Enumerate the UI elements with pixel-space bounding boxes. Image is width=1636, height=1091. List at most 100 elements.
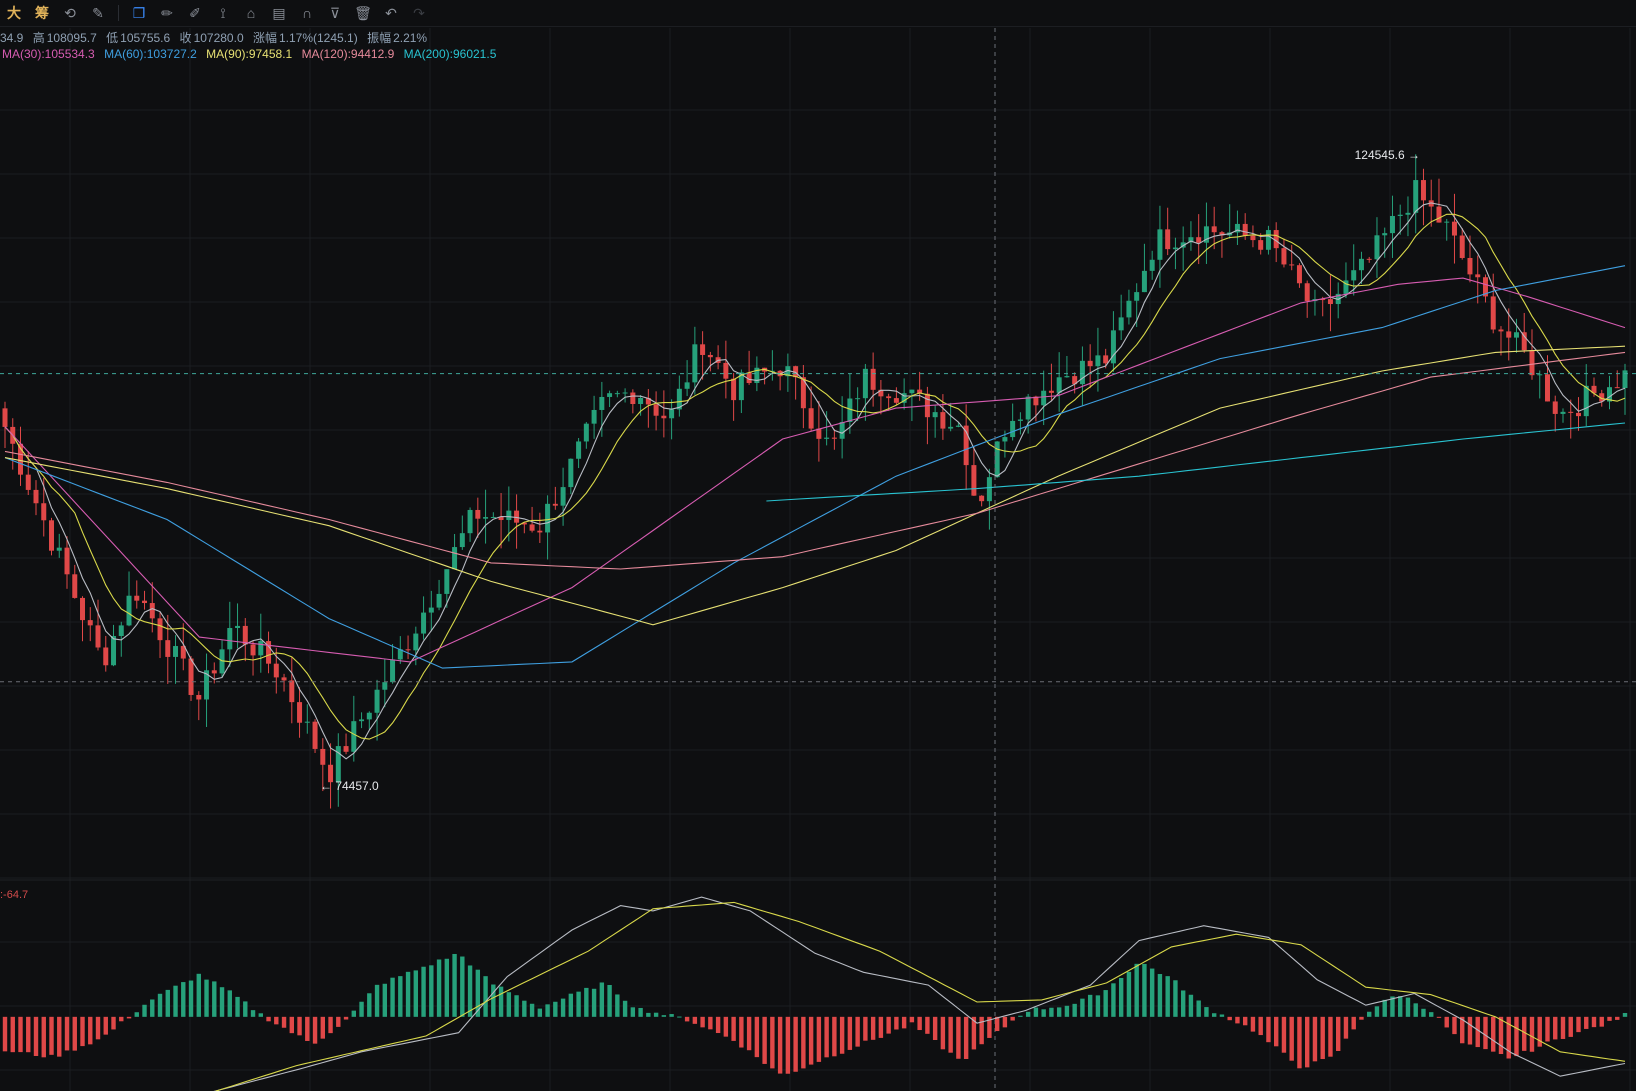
candle-body <box>1118 317 1124 331</box>
candle-body <box>1064 376 1070 378</box>
partial-left-tool[interactable]: 大 <box>0 2 28 24</box>
macd-histogram-bar <box>41 1016 46 1058</box>
macd-histogram-bar <box>832 1016 837 1057</box>
candle-body <box>111 635 117 666</box>
macd-histogram-bar <box>467 965 473 1017</box>
candle-body <box>289 680 295 703</box>
macd-histogram-bar <box>723 1016 729 1037</box>
candle-body <box>1382 233 1388 236</box>
candle-body <box>824 437 830 439</box>
macd-histogram-bar <box>1398 996 1403 1017</box>
macd-histogram-bar <box>367 993 372 1017</box>
macd-histogram-bar <box>491 984 496 1017</box>
candle-body <box>1079 360 1085 385</box>
candle-body <box>971 465 977 496</box>
brush-tool[interactable]: ✐ <box>181 2 209 24</box>
macd-histogram-bar <box>305 1016 310 1041</box>
lock-tool[interactable]: ⌂ <box>237 2 265 24</box>
macd-histogram-bar <box>901 1016 907 1029</box>
amplitude-value: 2.21% <box>393 31 428 45</box>
macd-histogram-bar <box>839 1016 845 1054</box>
macd-histogram-bar <box>1343 1016 1349 1039</box>
macd-histogram-bar <box>661 1015 667 1017</box>
candle-body <box>583 423 589 442</box>
macd-histogram-bar <box>126 1016 132 1019</box>
macd-histogram-bar <box>1211 1013 1217 1017</box>
candle-body <box>731 378 737 401</box>
macd-histogram-bar <box>529 1003 535 1017</box>
macd-histogram-bar <box>669 1014 674 1017</box>
candle-body <box>1149 259 1155 271</box>
candle-body <box>33 489 39 504</box>
candle-body <box>1560 411 1566 414</box>
candle-body <box>723 362 729 379</box>
candle-body <box>1622 370 1628 389</box>
refresh-chart-tool[interactable]: ⟲ <box>56 2 84 24</box>
macd-histogram-bar <box>181 982 186 1017</box>
macd-histogram-bar <box>2 1016 8 1052</box>
candle-body <box>1575 412 1581 417</box>
candle-body <box>808 408 814 429</box>
macd-histogram-bar <box>994 1016 1000 1032</box>
candle-body <box>382 682 388 690</box>
candlestick-chart[interactable]: 124545.6 → ← 74457.0 <box>0 0 1636 1091</box>
macd-histogram-bar <box>715 1016 721 1034</box>
macd-histogram-bar <box>770 1016 775 1069</box>
candle-body <box>1498 329 1504 332</box>
candle-body <box>614 393 620 395</box>
macd-histogram-bar <box>165 989 170 1017</box>
note-tool[interactable]: ▤ <box>265 2 293 24</box>
macd-histogram-bar <box>1025 1011 1031 1017</box>
macd-histogram-bar <box>1072 1003 1077 1017</box>
candle-body <box>1258 240 1264 250</box>
macd-histogram-bar <box>855 1016 860 1047</box>
candle-body <box>684 382 690 389</box>
macd-histogram-bar <box>157 993 163 1017</box>
macd-histogram-bar <box>1568 1016 1573 1037</box>
undo-tool[interactable]: ↶ <box>377 2 405 24</box>
ruler-tool[interactable]: ✏ <box>153 2 181 24</box>
macd-histogram-bar <box>847 1016 853 1050</box>
candle-body <box>1451 221 1457 236</box>
ohlc-info-line: 34.9 高 108095.7 低 105755.6 收 107280.0 涨幅 1.1… <box>0 29 433 46</box>
pen-settings-tool[interactable]: ✎ <box>84 2 112 24</box>
candle-body <box>886 396 892 399</box>
candle-body <box>126 595 132 626</box>
redo-tool[interactable]: ↷ <box>405 2 433 24</box>
candle-body <box>227 628 233 650</box>
amplitude-label: 振幅 <box>367 31 392 45</box>
candle-body <box>235 625 241 629</box>
macd-histogram-bar <box>1142 963 1147 1017</box>
chip-distribution-tool[interactable]: 筹 <box>28 2 56 24</box>
candle-body <box>390 659 396 683</box>
delete-tool[interactable]: 🗑 <box>349 2 377 24</box>
indicator-tool[interactable]: ⟟ <box>209 2 237 24</box>
macd-histogram-bar <box>940 1016 946 1050</box>
macd-histogram-bar <box>1056 1007 1062 1017</box>
macd-histogram-bar <box>452 953 457 1017</box>
macd-histogram-bar <box>1498 1016 1504 1055</box>
magnet-tool[interactable]: ∩ <box>293 2 321 24</box>
candle-body <box>669 409 675 419</box>
crosshair <box>0 28 1636 1091</box>
filter-tool[interactable]: ⊽ <box>321 2 349 24</box>
macd-histogram-bar <box>1165 976 1170 1017</box>
macd-histogram-bar <box>801 1016 806 1069</box>
candle-body <box>149 603 155 619</box>
candle-body <box>599 396 605 410</box>
macd-histogram-bar <box>692 1016 698 1024</box>
candle-body <box>932 412 938 418</box>
macd-histogram-bar <box>405 971 411 1017</box>
macd-histogram-bar <box>863 1016 868 1041</box>
macd-histogram-bar <box>963 1016 969 1060</box>
macd-histogram-bar <box>1351 1016 1356 1030</box>
macd-histogram-bar <box>312 1016 318 1044</box>
copy-layout-tool[interactable]: ❐ <box>125 2 153 24</box>
open-value: 34.9 <box>0 31 24 45</box>
macd-histogram-bar <box>1103 990 1108 1017</box>
candle-body <box>847 398 853 423</box>
macd-histogram-bar <box>808 1016 814 1065</box>
candle-body <box>1196 237 1202 243</box>
macd-histogram-bar <box>142 1004 147 1017</box>
candle-body <box>653 404 659 416</box>
